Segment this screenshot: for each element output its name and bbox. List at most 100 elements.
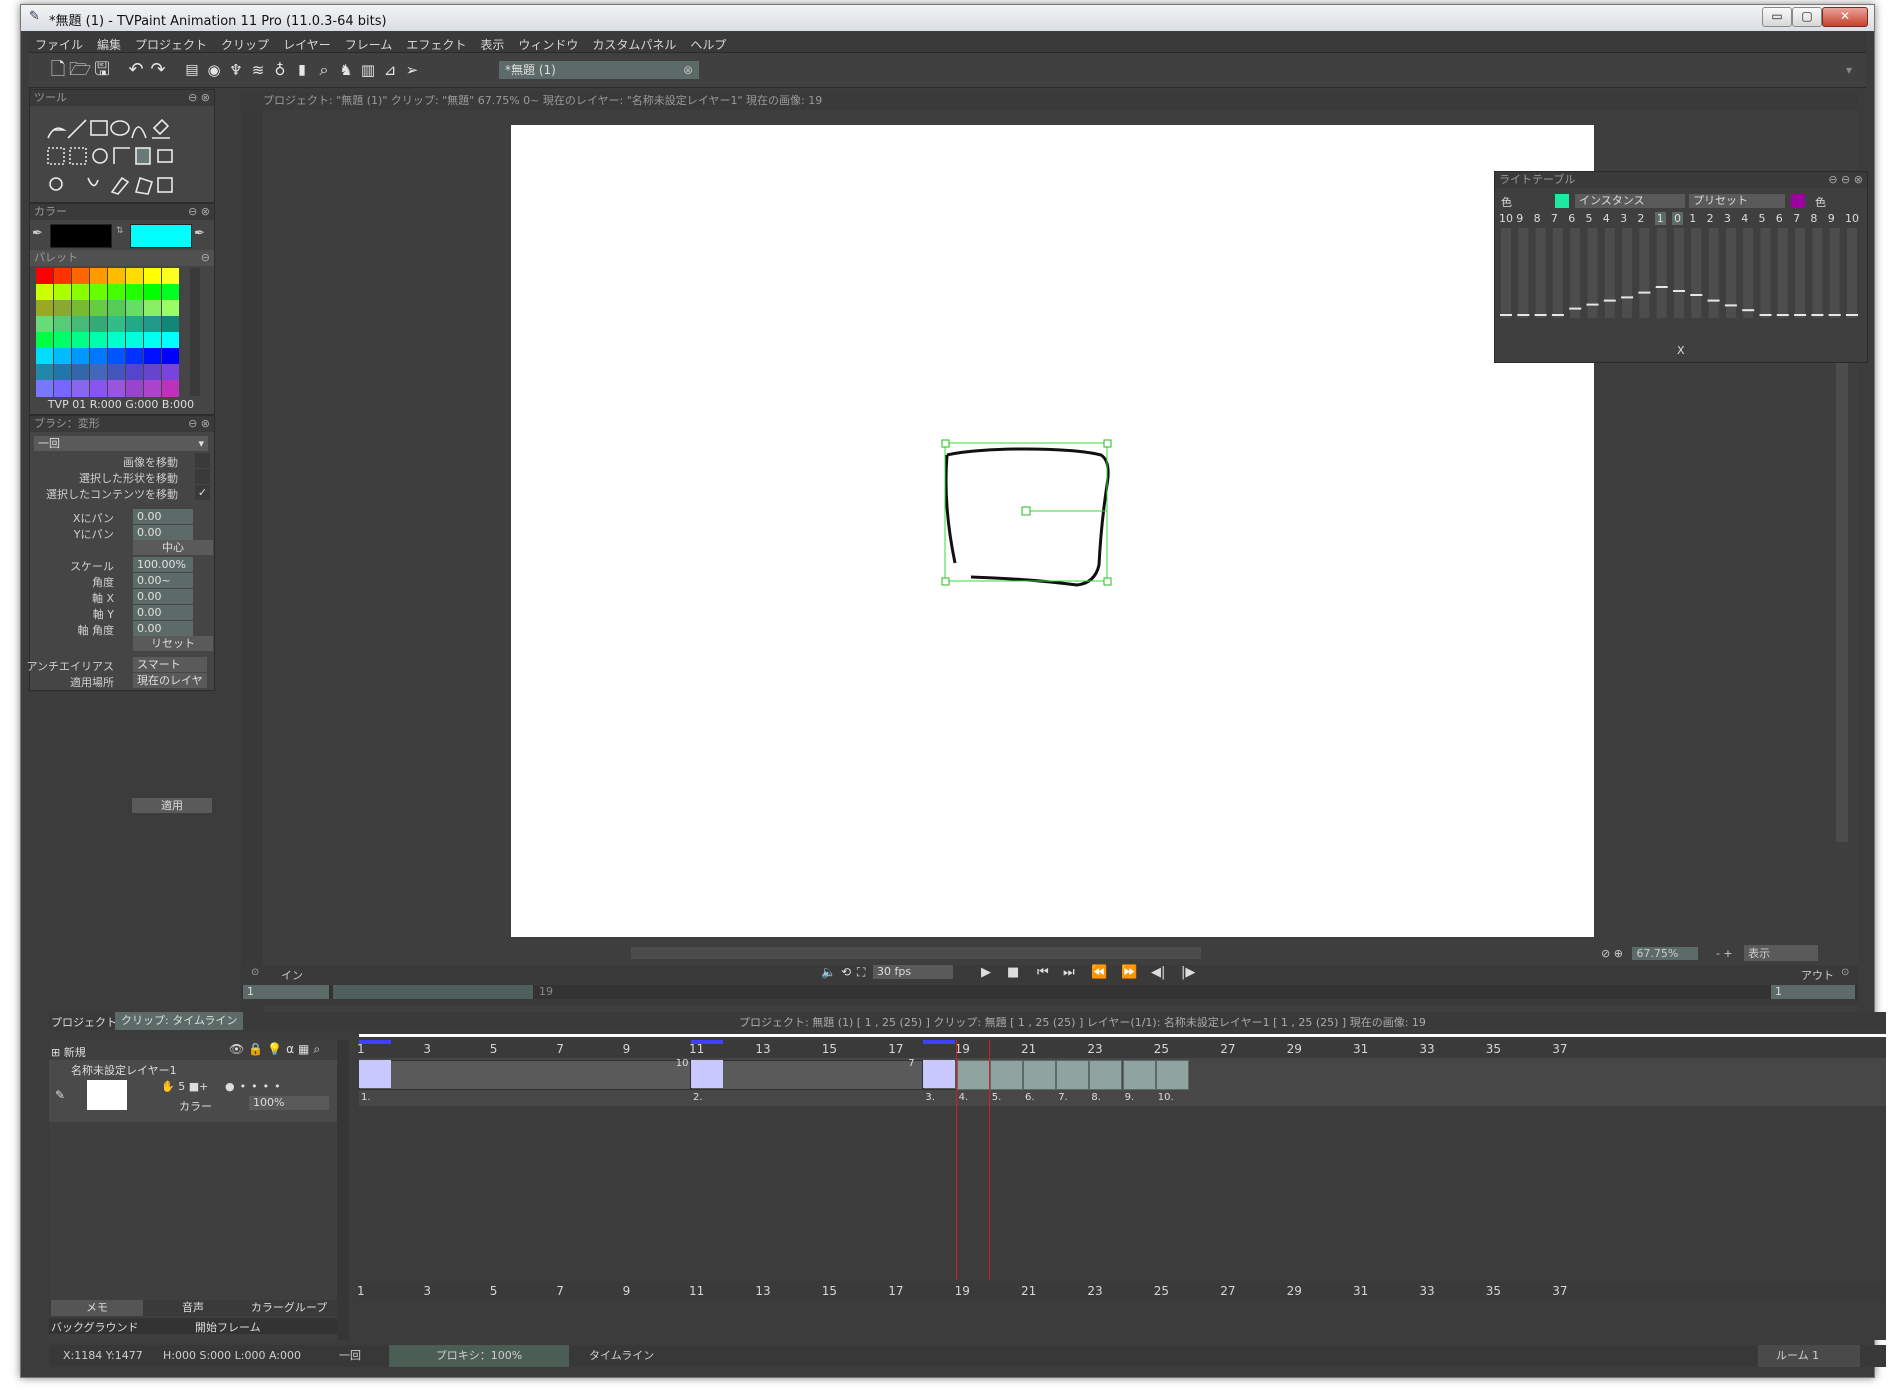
tab-memo[interactable]: メモ xyxy=(51,1300,143,1316)
in-point-icon[interactable]: ⊙ xyxy=(251,967,259,978)
layer-row[interactable]: 名称未設定レイヤー1 ✎ ✋ 5 ■+ ●•••• カラー 100% xyxy=(49,1060,337,1122)
maximize-button[interactable]: ▢ xyxy=(1792,7,1822,27)
fullscreen-icon[interactable]: ⛶ xyxy=(857,965,865,980)
palette-swatch[interactable] xyxy=(144,268,161,285)
palette-swatch[interactable] xyxy=(90,380,107,397)
palette-swatch[interactable] xyxy=(36,364,53,381)
lighttable-slider-handle[interactable] xyxy=(1500,314,1512,316)
angle-field[interactable]: 0.00~ xyxy=(133,573,193,588)
palette-swatch[interactable] xyxy=(90,348,107,365)
first-frame-icon[interactable]: ⏮ xyxy=(1037,965,1049,980)
palette-swatch[interactable] xyxy=(108,268,125,285)
document-tab[interactable]: *無題 (1) ⊗ xyxy=(499,61,699,79)
play-icon[interactable]: ▶ xyxy=(981,965,991,980)
palette-swatch[interactable] xyxy=(90,300,107,317)
palette-swatch[interactable] xyxy=(126,268,143,285)
palette-swatch[interactable] xyxy=(144,332,161,349)
step-forward-icon[interactable]: |▶ xyxy=(1181,965,1195,980)
palette-swatch[interactable] xyxy=(144,300,161,317)
palette-swatch[interactable] xyxy=(72,268,89,285)
layer-dots[interactable]: ●•••• xyxy=(225,1080,286,1093)
lighttable-slider-track[interactable] xyxy=(1501,228,1511,318)
lighttable-slider-track[interactable] xyxy=(1639,228,1650,318)
lighttable-slider-handle[interactable] xyxy=(1638,291,1651,294)
palette-swatch[interactable] xyxy=(162,284,179,301)
close-tab-icon[interactable]: ⊗ xyxy=(683,61,693,79)
palette-swatch[interactable] xyxy=(72,348,89,365)
lighttable-color-left[interactable]: 色 xyxy=(1501,194,1512,210)
instance-thumbnail[interactable] xyxy=(691,1060,723,1088)
instance-block[interactable] xyxy=(691,1060,924,1090)
lighttable-slider-handle[interactable] xyxy=(1776,314,1789,316)
lighttable-slider-track[interactable] xyxy=(1760,228,1771,318)
mode-select[interactable]: 一回 ▾ xyxy=(34,436,208,451)
minimize-button[interactable]: ▭ xyxy=(1762,7,1792,27)
move-image-checkbox[interactable] xyxy=(195,453,210,468)
tab-color-group[interactable]: カラーグループ xyxy=(243,1300,335,1316)
lighttable-slider-track[interactable] xyxy=(1829,228,1840,318)
lighttable-slider-track[interactable] xyxy=(1604,228,1615,318)
palette-swatch[interactable] xyxy=(54,300,71,317)
palette-swatch[interactable] xyxy=(126,284,143,301)
apply-to-select[interactable]: 現在のレイヤ xyxy=(133,673,207,688)
curve-tool-icon[interactable] xyxy=(131,126,147,139)
lighttable-slider-track[interactable] xyxy=(1552,228,1563,318)
panel-buttons-icon[interactable]: ⊖ ⊗ xyxy=(188,90,210,106)
color-wheel-icon[interactable]: ◉ xyxy=(203,59,225,81)
lighttable-slider-handle[interactable] xyxy=(1621,296,1634,299)
instance-thumbnail[interactable] xyxy=(956,1060,990,1090)
apply-button[interactable]: 適用 xyxy=(132,798,212,813)
current-frame-line[interactable] xyxy=(955,1040,957,1280)
tab-audio[interactable]: 音声 xyxy=(147,1300,239,1316)
lighttable-slider-track[interactable] xyxy=(1570,228,1581,318)
status-proxy[interactable]: プロキシ：100% xyxy=(389,1345,569,1367)
timeline-frame-header[interactable]: 1 3 5 7 9 11 13 15 17 19 21 23 25 27 29 31 33 35 37 xyxy=(357,1040,1886,1058)
previous-frame-icon[interactable]: ⏪ xyxy=(1091,965,1107,980)
lightbulb-icon[interactable]: ♁ xyxy=(269,59,291,81)
step-back-icon[interactable]: ◀| xyxy=(1151,965,1165,980)
magic-wand-tool-icon[interactable] xyxy=(92,148,108,164)
lighttable-slider-handle[interactable] xyxy=(1603,299,1616,302)
palette-swatch[interactable] xyxy=(72,284,89,301)
palette-swatch[interactable] xyxy=(72,316,89,333)
menu-window[interactable]: ウィンドウ xyxy=(512,32,586,53)
palette-swatch[interactable] xyxy=(54,332,71,349)
panel-tool-icon[interactable] xyxy=(157,177,173,193)
menu-layer[interactable]: レイヤー xyxy=(277,32,339,53)
palette-swatch[interactable] xyxy=(90,364,107,381)
out-field[interactable]: 1 xyxy=(1771,985,1855,999)
palette-swatch[interactable] xyxy=(108,316,125,333)
crop-tool-icon[interactable] xyxy=(113,147,130,164)
palette-swatch[interactable] xyxy=(144,364,161,381)
zoom-icon[interactable]: ⌕ xyxy=(313,59,335,81)
mute-icon[interactable]: 🔈 xyxy=(821,965,836,979)
lighttable-slider-track[interactable] xyxy=(1691,228,1702,318)
lighttable-sliders[interactable] xyxy=(1499,228,1863,328)
transform-handle[interactable] xyxy=(941,439,950,448)
layer-opacity[interactable]: 100% xyxy=(249,1096,329,1110)
toolbar-menu-icon[interactable]: ▾ xyxy=(1838,59,1860,81)
palette-swatch[interactable] xyxy=(162,348,179,365)
layers-icon[interactable]: ≋ xyxy=(247,59,269,81)
eraser-tool-icon[interactable] xyxy=(152,118,170,139)
palette-swatch[interactable] xyxy=(126,332,143,349)
lighttable-slider-track[interactable] xyxy=(1795,228,1806,318)
palette-swatch[interactable] xyxy=(36,300,53,317)
palette-swatch[interactable] xyxy=(126,364,143,381)
palette-swatch[interactable] xyxy=(144,348,161,365)
open-file-icon[interactable]: 🗁 xyxy=(69,59,91,81)
out-point-icon[interactable]: ⊙ xyxy=(1841,967,1849,978)
menu-effect[interactable]: エフェクト xyxy=(400,32,474,53)
lighttable-slider-handle[interactable] xyxy=(1569,307,1582,310)
lighttable-slider-handle[interactable] xyxy=(1811,314,1824,316)
scale-field[interactable]: 100.00% xyxy=(133,557,193,572)
palette-swatch[interactable] xyxy=(36,348,53,365)
pan-y-field[interactable]: 0.00 xyxy=(133,525,193,540)
lighttable-slider-handle[interactable] xyxy=(1673,290,1685,292)
eyedropper-icon[interactable]: ✒ xyxy=(194,226,205,241)
menu-clip[interactable]: クリップ xyxy=(215,32,277,53)
timeline-splitter[interactable] xyxy=(337,1040,349,1340)
new-file-icon[interactable]: 🗋 xyxy=(47,59,69,81)
film-icon[interactable]: ▮ xyxy=(291,59,313,81)
move-shape-checkbox[interactable] xyxy=(195,469,210,484)
